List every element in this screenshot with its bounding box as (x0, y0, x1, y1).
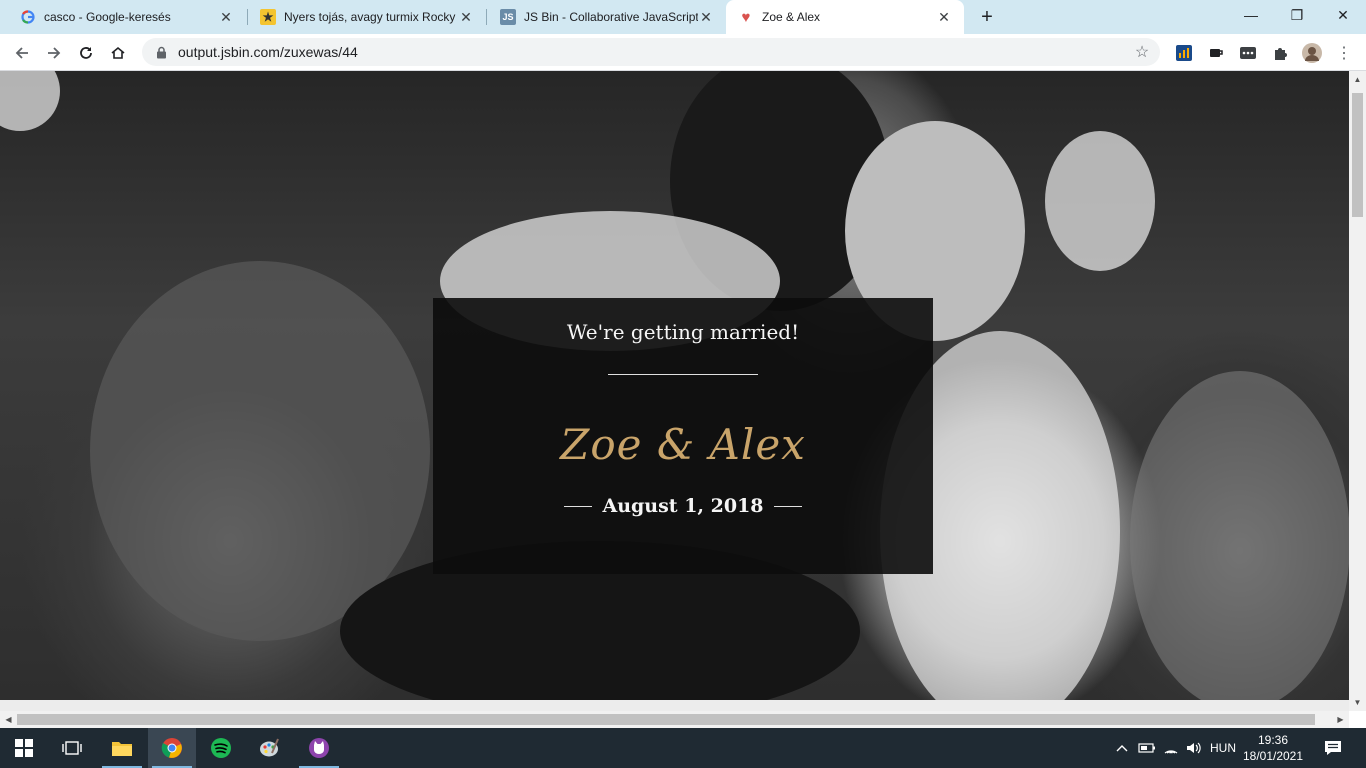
scroll-right-icon[interactable]: ▶ (1332, 711, 1349, 728)
heart-icon: ♥ (741, 8, 751, 26)
close-tab-icon[interactable]: ✕ (458, 9, 474, 25)
clock-date: 18/01/2021 (1242, 749, 1304, 763)
date-dash-right (773, 505, 802, 507)
network-tray[interactable] (1160, 728, 1182, 768)
back-arrow-icon (15, 47, 28, 59)
battery-icon (1138, 743, 1155, 753)
forward-button[interactable] (40, 39, 68, 67)
address-bar[interactable]: output.jsbin.com/zuxewas/44 ☆ (142, 38, 1160, 66)
back-button[interactable] (8, 39, 36, 67)
spotify-icon (211, 738, 231, 758)
action-center-button[interactable] (1318, 728, 1348, 768)
wifi-icon (1164, 750, 1178, 754)
forward-arrow-icon (48, 47, 61, 59)
minimize-button[interactable]: — (1228, 0, 1274, 30)
paint-button[interactable] (245, 728, 293, 768)
tab-label: Zoe & Alex (762, 10, 821, 24)
home-icon (111, 46, 125, 59)
puzzle-extensions-icon[interactable] (1270, 43, 1290, 63)
coffee-extension-icon[interactable] (1206, 43, 1226, 63)
browser-toolbar: output.jsbin.com/zuxewas/44 ☆ ⋮ (0, 34, 1366, 71)
close-tab-icon[interactable]: ✕ (698, 9, 714, 25)
close-window-button[interactable]: ✕ (1320, 0, 1366, 30)
windows-logo-icon (15, 739, 33, 757)
horizontal-scroll-thumb[interactable] (17, 714, 1315, 725)
tab-google-search[interactable]: casco - Google-keresés ✕ (8, 0, 246, 34)
menu-extension-icon[interactable] (1238, 43, 1258, 63)
chrome-menu-icon[interactable]: ⋮ (1334, 43, 1354, 63)
close-tab-icon[interactable]: ✕ (218, 9, 234, 25)
tab-label: casco - Google-keresés (44, 10, 171, 24)
start-button[interactable] (0, 728, 48, 768)
chevron-up-icon (1116, 745, 1128, 752)
lock-icon (154, 45, 168, 59)
wedding-date: August 1, 2018 (602, 495, 764, 517)
close-tab-icon[interactable]: ✕ (936, 9, 952, 25)
tab-strip: casco - Google-keresés ✕ ★ Nyers tojás, … (0, 0, 1366, 34)
volume-tray[interactable] (1183, 728, 1205, 768)
tab-jsbin[interactable]: JS JS Bin - Collaborative JavaScript Deb… (488, 0, 726, 34)
palette-icon (260, 738, 279, 757)
speaker-icon (1187, 742, 1201, 754)
invitation-card: We're getting married! Zoe & Alex August… (433, 298, 933, 574)
tab-nyers-tojas[interactable]: ★ Nyers tojás, avagy turmix Rocky Balboa… (248, 0, 486, 34)
chrome-taskbar-button[interactable] (148, 728, 196, 768)
folder-icon (112, 742, 132, 756)
clock[interactable]: 19:36 18/01/2021 (1240, 732, 1306, 764)
home-button[interactable] (104, 39, 132, 67)
horizontal-scrollbar[interactable]: ◀ ▶ (0, 711, 1349, 728)
scroll-down-icon[interactable]: ▼ (1349, 694, 1366, 711)
task-view-button[interactable] (48, 728, 96, 768)
task-view-icon (62, 741, 82, 755)
windows-taskbar: HUN 19:36 18/01/2021 (0, 728, 1366, 768)
chrome-icon (161, 738, 182, 758)
app-taskbar-button[interactable] (295, 728, 343, 768)
battery-tray[interactable] (1136, 728, 1158, 768)
vertical-scrollbar[interactable]: ▲ ▼ (1349, 71, 1366, 711)
wedding-date-row: August 1, 2018 (433, 495, 933, 517)
google-icon (20, 9, 36, 25)
scroll-left-icon[interactable]: ◀ (0, 711, 17, 728)
tab-separator (486, 9, 487, 25)
spotify-button[interactable] (197, 728, 245, 768)
clock-time: 19:36 (1257, 733, 1289, 747)
site-icon: ★ (260, 9, 276, 25)
notification-icon (1325, 741, 1341, 755)
page-bottom-strip (0, 700, 1349, 711)
language-indicator[interactable]: HUN (1206, 728, 1240, 768)
reload-icon (80, 47, 92, 59)
divider-line (608, 374, 758, 375)
page-hero: We're getting married! Zoe & Alex August… (0, 71, 1349, 700)
url-text: output.jsbin.com/zuxewas/44 (178, 44, 358, 60)
profile-avatar[interactable] (1302, 43, 1322, 63)
analytics-extension-icon[interactable] (1174, 43, 1194, 63)
tab-label: JS Bin - Collaborative JavaScript Debugg… (524, 10, 698, 24)
cat-app-icon (309, 738, 329, 758)
invitation-subtitle: We're getting married! (566, 320, 800, 344)
tab-zoe-alex[interactable]: ♥ Zoe & Alex ✕ (726, 0, 964, 34)
jsbin-icon: JS (500, 9, 516, 25)
couple-names: Zoe & Alex (560, 420, 806, 469)
reload-button[interactable] (72, 39, 100, 67)
scroll-up-icon[interactable]: ▲ (1349, 71, 1366, 88)
new-tab-button[interactable]: + (975, 5, 999, 29)
tab-label: Nyers tojás, avagy turmix Rocky Balboa m… (284, 10, 458, 24)
vertical-scroll-thumb[interactable] (1352, 93, 1363, 217)
bookmark-star-icon[interactable]: ☆ (1132, 42, 1152, 62)
date-dash-left (564, 505, 593, 507)
restore-button[interactable]: ❐ (1274, 0, 1320, 30)
file-explorer-button[interactable] (98, 728, 146, 768)
show-hidden-icons[interactable] (1112, 728, 1132, 768)
